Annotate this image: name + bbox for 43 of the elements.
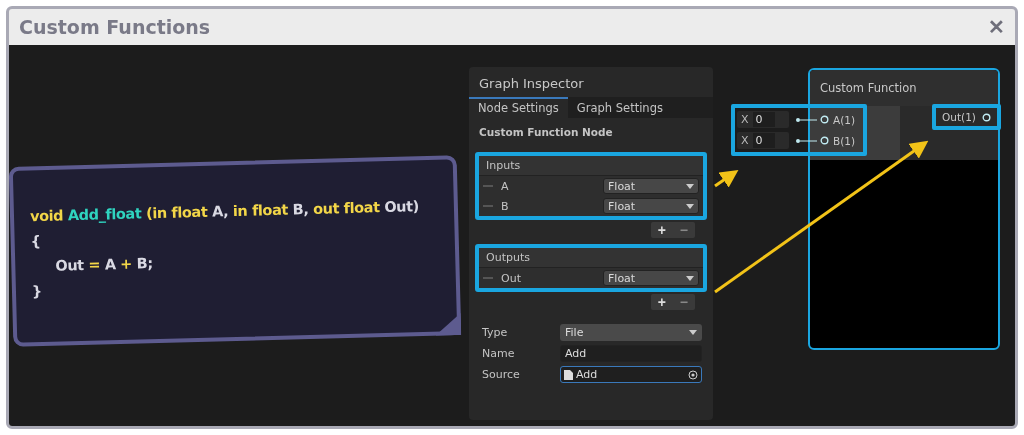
close-button[interactable]: ✕ — [988, 15, 1005, 39]
code-line: } — [31, 281, 44, 301]
caret-icon — [686, 203, 694, 209]
port-label: Out(1) — [942, 111, 976, 123]
add-button[interactable]: + — [650, 222, 673, 238]
source-field[interactable]: Add — [560, 366, 702, 383]
value-field[interactable]: X 0 — [737, 132, 789, 149]
type-dropdown[interactable]: Float — [603, 198, 699, 214]
port-name: B — [501, 199, 510, 213]
property-label: Type — [482, 326, 509, 339]
section-heading: Custom Function Node — [478, 125, 614, 140]
value-field[interactable]: X 0 — [737, 111, 789, 128]
code-line: { — [30, 231, 42, 251]
caret-icon — [686, 275, 694, 281]
port-icon[interactable] — [981, 112, 991, 122]
drag-handle-icon[interactable] — [483, 185, 493, 187]
type-dropdown[interactable]: Float — [603, 178, 699, 194]
type-dropdown[interactable]: File — [560, 324, 702, 341]
property-label: Source — [482, 368, 521, 381]
add-button[interactable]: + — [650, 294, 673, 310]
connector-icon — [795, 137, 817, 144]
drag-handle-icon[interactable] — [483, 277, 493, 279]
port-label: A(1) — [833, 113, 856, 126]
code-line: void Add_float (in float A, in float B, out float Out) — [29, 196, 421, 226]
drag-handle-icon[interactable] — [483, 205, 493, 207]
connector-icon — [795, 116, 817, 123]
node-title: Custom Function — [810, 70, 998, 106]
caret-icon — [686, 183, 694, 189]
panel-title: Graph Inspector — [478, 75, 585, 93]
property-label: Name — [482, 347, 516, 360]
port-icon[interactable] — [820, 115, 829, 124]
target-icon[interactable] — [688, 369, 698, 380]
name-field[interactable]: Add — [560, 345, 702, 362]
code-line: Out = A + B; — [54, 253, 154, 276]
tab[interactable]: Node Settings — [469, 97, 568, 118]
type-dropdown[interactable]: Float — [603, 270, 699, 286]
port-name: Out — [501, 271, 522, 285]
window-title: Custom Functions — [19, 16, 211, 38]
port-label: B(1) — [833, 134, 856, 147]
port-icon[interactable] — [820, 136, 829, 145]
port-name: A — [501, 179, 510, 193]
caret-icon — [689, 330, 697, 335]
file-icon — [564, 369, 573, 380]
